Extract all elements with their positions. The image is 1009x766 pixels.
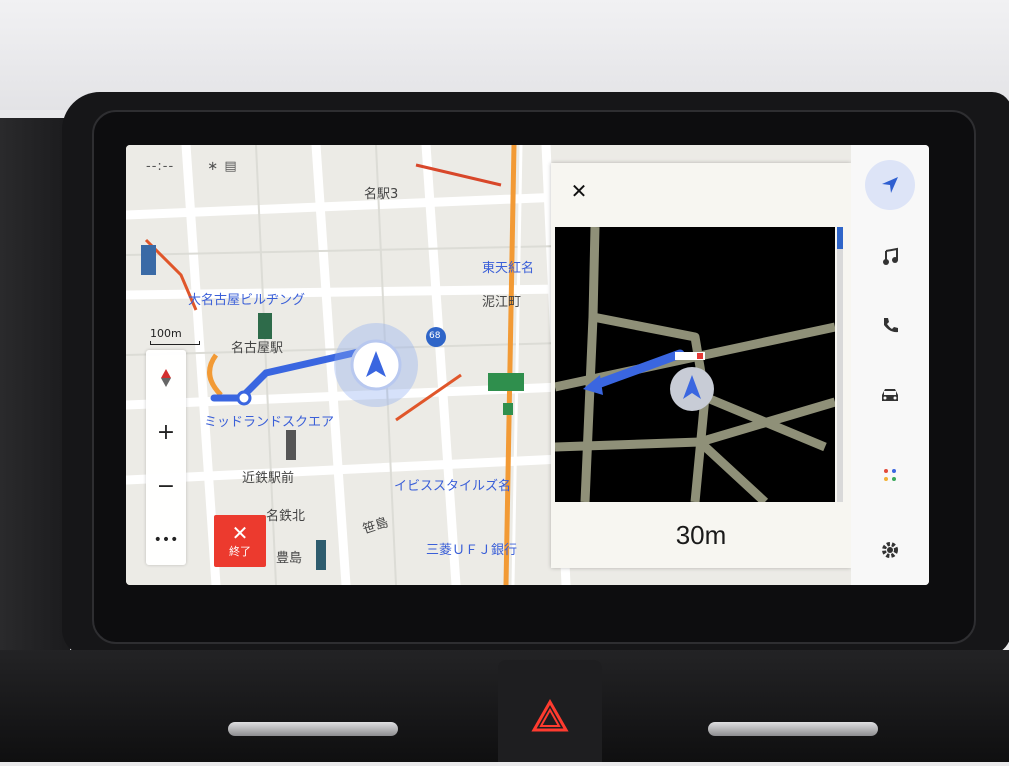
music-note-icon (883, 247, 898, 265)
more-options-button[interactable]: ••• (146, 514, 186, 566)
hazard-icon (531, 698, 569, 732)
zoom-out-button[interactable]: − (146, 460, 186, 512)
map-label: 近鉄駅前 (242, 471, 295, 486)
map-label: 名駅3 (364, 187, 399, 202)
settings-gear-icon (882, 542, 898, 558)
car-icon (882, 389, 898, 401)
status-indicators: ∗ ▤ (207, 159, 238, 174)
phone-icon (884, 318, 898, 333)
end-guidance-label: 終了 (229, 545, 251, 558)
popup-scrollbar[interactable] (837, 227, 843, 502)
clock-text: --:-- (146, 159, 175, 174)
navigation-arrow-icon (882, 177, 898, 193)
map-label: 豊島 (276, 551, 303, 566)
apps-grid-icon (884, 469, 896, 481)
map-label: 泥江町 (482, 295, 522, 310)
settings-button[interactable] (865, 525, 915, 575)
close-popup-button[interactable]: ✕ (567, 179, 591, 203)
map-scale-label: 100m (150, 327, 182, 340)
map-label: イビススタイルズ名 (394, 479, 512, 494)
close-icon: ✕ (231, 521, 249, 545)
hazard-button[interactable] (498, 660, 602, 762)
left-dashboard-panel (0, 118, 70, 678)
status-bar: --:-- ∗ ▤ (146, 159, 238, 174)
map-label: 大名古屋ビルヂング (188, 293, 306, 308)
phone-button[interactable] (865, 300, 915, 350)
route-shield-number: 68 (429, 331, 441, 341)
right-air-vent-slot (708, 722, 878, 736)
map-label: 東天紅名 (482, 261, 535, 276)
intersection-guidance-popup: ✕ 30m (551, 163, 851, 568)
apps-button[interactable] (865, 450, 915, 500)
side-menu-rail (851, 145, 929, 585)
intersection-diagram (554, 226, 837, 506)
map-label: 名鉄北 (266, 509, 306, 524)
infotainment-screen: --:-- ∗ ▤ 名駅3 大名古屋ビルヂング 名古屋駅 ミッドランドスクエア … (126, 145, 929, 585)
distance-to-turn: 30m (675, 520, 727, 550)
map-label: 三菱ＵＦＪ銀行 (426, 543, 518, 558)
left-air-vent-slot (228, 722, 398, 736)
map-label: 名古屋駅 (231, 341, 284, 356)
music-button[interactable] (865, 232, 915, 282)
vehicle-button[interactable] (865, 370, 915, 420)
popup-scrollbar-thumb[interactable] (837, 227, 843, 249)
compass-north-button[interactable] (146, 352, 186, 404)
intersection-closeup-view (554, 226, 837, 506)
map-label: ミッドランドスクエア (204, 415, 335, 430)
map-scale: 100m (150, 327, 200, 345)
zoom-in-button[interactable]: + (146, 406, 186, 458)
zoom-panel: + − ••• (146, 350, 186, 565)
compass-icon (161, 369, 171, 387)
end-guidance-button[interactable]: ✕ 終了 (214, 515, 266, 567)
navigation-button[interactable] (865, 160, 915, 210)
navigation-map[interactable]: --:-- ∗ ▤ 名駅3 大名古屋ビルヂング 名古屋駅 ミッドランドスクエア … (126, 145, 851, 585)
